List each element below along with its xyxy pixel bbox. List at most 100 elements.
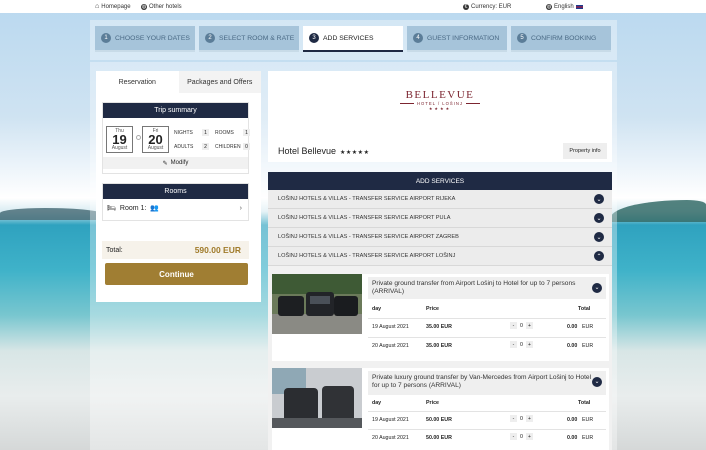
rooms-value: 1 xyxy=(243,129,250,136)
decrement-button[interactable]: - xyxy=(510,433,517,440)
step-number: 1 xyxy=(101,33,111,43)
children-value: 0 xyxy=(243,143,250,150)
service-group-label: LOŠINJ HOTELS & VILLAS - TRANSFER SERVIC… xyxy=(278,234,459,240)
hotel-logo: BELLEVUE HOTEL / LOŠINJ ★★★★ xyxy=(395,89,485,111)
step-add-services[interactable]: 3 ADD SERVICES xyxy=(303,26,403,52)
property-info-button[interactable]: Property info xyxy=(563,143,607,159)
table-header: day Price Total xyxy=(368,397,606,409)
nights-label: NIGHTS xyxy=(174,130,193,136)
language-label: English xyxy=(554,3,574,10)
checkin-month: August xyxy=(111,145,128,151)
currency-icon: € xyxy=(463,3,469,10)
background-island-right xyxy=(611,200,706,222)
step-label: SELECT ROOM & RATE xyxy=(219,34,295,42)
quantity-stepper: -0 + xyxy=(510,322,533,329)
chevron-down-icon: ⌄ xyxy=(594,232,604,242)
total-label: Total: xyxy=(106,246,123,254)
service-card: Private ground transfer from Airport Loš… xyxy=(272,274,609,361)
step-number: 2 xyxy=(205,33,215,43)
chevron-down-icon[interactable]: ⌄ xyxy=(592,283,602,293)
van-interior-photo xyxy=(272,368,362,428)
trip-summary-title: Trip summary xyxy=(103,103,248,118)
language-icon: ◍ xyxy=(546,3,552,10)
increment-button[interactable]: + xyxy=(525,433,533,440)
col-total: Total xyxy=(578,400,591,406)
step-confirm-booking[interactable]: 5 CONFIRM BOOKING xyxy=(511,26,611,52)
other-hotels-label: Other hotels xyxy=(149,3,182,10)
step-number: 4 xyxy=(413,33,423,43)
row-currency: EUR xyxy=(582,435,594,441)
service-group-losinj[interactable]: LOŠINJ HOTELS & VILLAS - TRANSFER SERVIC… xyxy=(268,247,612,266)
services-panel: ADD SERVICES LOŠINJ HOTELS & VILLAS - TR… xyxy=(268,172,612,450)
service-title-text: Private ground transfer from Airport Loš… xyxy=(372,280,576,295)
increment-button[interactable]: + xyxy=(525,341,533,348)
pencil-icon: ✎ xyxy=(162,160,168,167)
panel-tabs: Reservation Packages and Offers xyxy=(96,71,261,93)
service-group-label: LOŠINJ HOTELS & VILLAS - TRANSFER SERVIC… xyxy=(278,253,456,259)
decrement-button[interactable]: - xyxy=(510,415,517,422)
room-1-row[interactable]: 🛏 Room 1: 👥 › xyxy=(103,199,248,217)
chevron-down-icon: ⌄ xyxy=(594,194,604,204)
col-day: day xyxy=(372,400,382,406)
decrement-button[interactable]: - xyxy=(510,341,517,348)
row-currency: EUR xyxy=(582,343,594,349)
chevron-down-icon: ⌄ xyxy=(594,213,604,223)
service-title-text: Private luxury ground transfer by Van-Me… xyxy=(372,374,592,389)
other-hotels-link[interactable]: ◍ Other hotels xyxy=(141,3,182,10)
continue-button[interactable]: Continue xyxy=(105,263,248,285)
vans-photo xyxy=(272,274,362,334)
row-price: 35.00 EUR xyxy=(426,324,452,330)
decrement-button[interactable]: - xyxy=(510,322,517,329)
step-guest-information[interactable]: 4 GUEST INFORMATION xyxy=(407,26,507,52)
table-header: day Price Total xyxy=(368,303,606,315)
row-day: 19 August 2021 xyxy=(372,324,409,330)
increment-button[interactable]: + xyxy=(525,415,533,422)
row-currency: EUR xyxy=(582,417,594,423)
quantity-value: 0 xyxy=(520,433,523,440)
step-choose-dates[interactable]: 1 CHOOSE YOUR DATES xyxy=(95,26,195,52)
step-label: GUEST INFORMATION xyxy=(427,34,500,42)
row-day: 19 August 2021 xyxy=(372,417,409,423)
table-row: 20 August 2021 35.00 EUR -0 + 0.00 EUR xyxy=(368,337,606,355)
logo-stars: ★★★★ xyxy=(428,106,452,111)
language-selector[interactable]: ◍ English xyxy=(546,3,583,10)
checkout-month: August xyxy=(147,145,164,151)
step-label: CONFIRM BOOKING xyxy=(531,34,597,42)
quantity-stepper: -0 + xyxy=(510,433,533,440)
arrow-icon xyxy=(136,135,141,140)
service-group-zagreb[interactable]: LOŠINJ HOTELS & VILLAS - TRANSFER SERVIC… xyxy=(268,228,612,247)
checkin-day: 19 xyxy=(112,132,127,147)
nights-value: 1 xyxy=(202,129,209,136)
quantity-stepper: -0 + xyxy=(510,415,533,422)
service-card: Private luxury ground transfer by Van-Me… xyxy=(272,368,609,450)
chevron-down-icon[interactable]: ⌄ xyxy=(592,377,602,387)
rooms-label: ROOMS xyxy=(215,130,234,136)
chevron-right-icon: › xyxy=(239,204,242,212)
hotel-name: Hotel Bellevue xyxy=(278,146,337,156)
col-day: day xyxy=(372,306,382,312)
step-select-room[interactable]: 2 SELECT ROOM & RATE xyxy=(199,26,299,52)
total-amount: 590.00 EUR xyxy=(194,245,241,255)
chevron-up-icon: ⌃ xyxy=(594,251,604,261)
star-rating-icon: ★★★★★ xyxy=(340,150,370,156)
logo-name: BELLEVUE xyxy=(405,89,475,101)
total-row: Total: 590.00 EUR xyxy=(102,241,249,259)
hotel-card: BELLEVUE HOTEL / LOŠINJ ★★★★ Hotel Belle… xyxy=(268,71,612,162)
quantity-value: 0 xyxy=(520,415,523,422)
tab-reservation[interactable]: Reservation xyxy=(96,71,179,93)
homepage-link[interactable]: ⌂ Homepage xyxy=(95,3,131,10)
row-day: 20 August 2021 xyxy=(372,435,409,441)
top-bar: ⌂ Homepage ◍ Other hotels € Currency: EU… xyxy=(0,0,706,13)
service-group-rijeka[interactable]: LOŠINJ HOTELS & VILLAS - TRANSFER SERVIC… xyxy=(268,190,612,209)
currency-selector[interactable]: € Currency: EUR xyxy=(463,3,511,10)
service-group-pula[interactable]: LOŠINJ HOTELS & VILLAS - TRANSFER SERVIC… xyxy=(268,209,612,228)
step-number: 5 xyxy=(517,33,527,43)
increment-button[interactable]: + xyxy=(525,322,533,329)
tab-packages-offers[interactable]: Packages and Offers xyxy=(178,71,261,93)
checkout-date: Fri 20 August xyxy=(142,126,169,153)
col-price: Price xyxy=(426,400,439,406)
modify-button[interactable]: ✎ Modify xyxy=(103,157,248,169)
rooms-box: Rooms 🛏 Room 1: 👥 › xyxy=(102,183,249,221)
quantity-value: 0 xyxy=(520,322,523,329)
children-label: CHILDREN xyxy=(215,144,241,150)
